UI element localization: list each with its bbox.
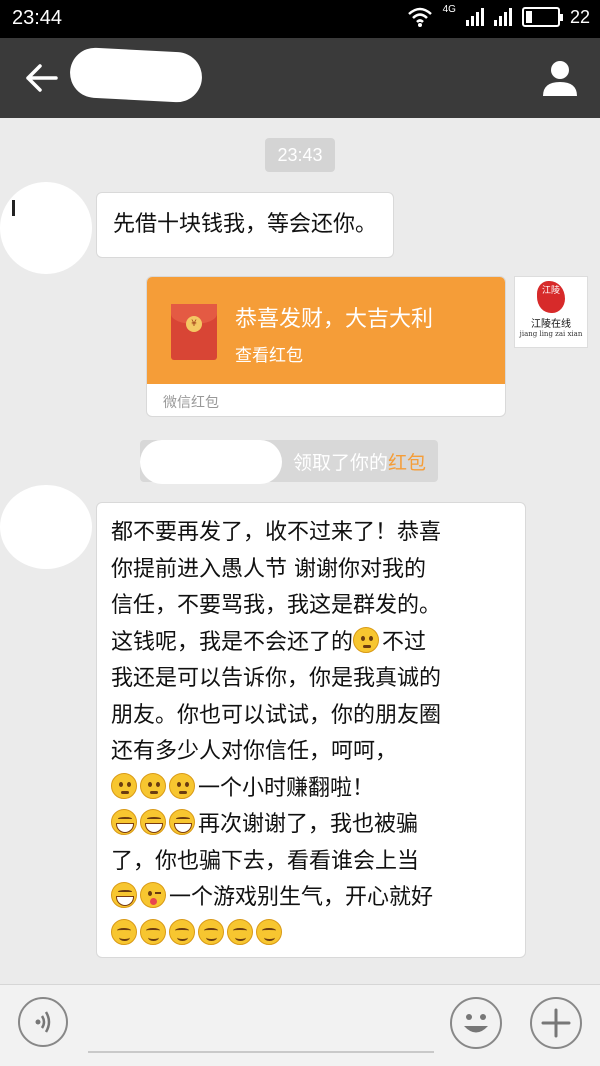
red-packet-header: ¥ 恭喜发财，大吉大利 查看红包	[147, 277, 505, 384]
message-text: 再次谢谢了，我也被骗	[198, 812, 419, 837]
message-line: 一个小时赚翻啦！	[111, 771, 511, 808]
profile-icon[interactable]	[540, 58, 580, 98]
message-text: 这钱呢，我是不会还了的	[111, 629, 354, 655]
avatar-brand-subtext: jiang ling zai xian	[519, 330, 583, 338]
network-type-label: 4G	[442, 3, 456, 15]
chat-input-bar	[0, 984, 600, 1066]
message-line: 我还是可以告诉你，你是我真诚的	[111, 666, 442, 691]
seal-logo: 江陵	[537, 281, 565, 313]
voice-input-button[interactable]	[18, 997, 68, 1047]
avatar-mark	[12, 200, 15, 216]
message-bubble-incoming[interactable]: 先借十块钱我，等会还你。	[96, 192, 395, 258]
red-envelope-icon: ¥	[171, 304, 217, 360]
smiling-face-emoji-icon	[169, 918, 195, 945]
message-text: 一个小时赚翻啦！	[198, 775, 375, 801]
red-packet-subtitle: 查看红包	[235, 346, 303, 366]
redacted-avatar-2[interactable]	[0, 485, 92, 569]
emoji-button[interactable]	[450, 997, 502, 1049]
thinking-face-emoji-icon	[353, 626, 380, 653]
thinking-face-emoji-icon	[140, 772, 166, 799]
notice-red-packet-link[interactable]: 红包	[388, 452, 426, 474]
back-arrow-icon[interactable]	[24, 62, 58, 94]
message-input-field[interactable]	[88, 1051, 434, 1053]
voice-wave-icon	[35, 1011, 51, 1033]
redacted-avatar[interactable]	[0, 182, 92, 274]
time-separator: 23:43	[265, 138, 335, 172]
own-avatar[interactable]: 江陵 江陵在线 jiang ling zai xian	[514, 276, 588, 348]
smiling-face-emoji-icon	[140, 918, 166, 945]
grinning-face-emoji-icon	[111, 882, 137, 908]
message-line: 一个游戏别生气，开心就好	[111, 880, 511, 917]
message-text: 一个游戏别生气，开心就好	[169, 885, 434, 910]
smiling-face-emoji-icon	[227, 918, 253, 945]
status-icons: 4G 22	[407, 3, 590, 28]
message-line: 朋友。你也可以试试，你的朋友圈	[111, 702, 442, 728]
more-options-button[interactable]	[530, 997, 582, 1049]
status-time: 23:44	[12, 7, 63, 29]
message-bubble-incoming-long[interactable]: 都不要再发了，收不过来了！恭喜 你提前进入愚人节 谢谢你对我的 信任，不要骂我，…	[96, 502, 526, 958]
wifi-icon	[407, 7, 432, 27]
message-line: 都不要再发了，收不过来了！恭喜	[111, 520, 442, 545]
thinking-face-emoji-icon	[169, 772, 195, 799]
message-line	[111, 917, 511, 954]
message-line: 这钱呢，我是不会还了的 不过	[111, 625, 511, 662]
coin-symbol: ¥	[186, 316, 202, 332]
smiling-face-emoji-icon	[256, 918, 282, 945]
grinning-face-emoji-icon	[111, 809, 137, 835]
message-text: 不过	[382, 629, 427, 655]
signal-bars-icon	[465, 8, 484, 26]
message-line: 了，你也骗下去，看看谁会上当	[111, 848, 420, 874]
tongue-wink-emoji-icon	[140, 882, 166, 908]
grinning-face-emoji-icon	[169, 809, 195, 835]
smiling-face-emoji-icon	[111, 918, 137, 945]
message-line: 还有多少人对你信任，呵呵，	[111, 739, 398, 764]
notice-main: 领取了你的	[292, 452, 388, 474]
redacted-contact-name	[68, 46, 204, 104]
avatar-brand-text: 江陵在线	[531, 319, 571, 330]
grinning-face-emoji-icon	[140, 809, 166, 835]
signal-bars-2-icon	[493, 8, 512, 26]
battery-icon	[521, 7, 563, 27]
battery-level: 22	[569, 6, 590, 27]
chat-header	[0, 38, 600, 118]
smiling-face-emoji-icon	[198, 918, 224, 945]
status-bar: 23:44 4G 22	[0, 0, 600, 38]
message-line: 信任，不要骂我，我这是群发的。	[111, 593, 442, 618]
thinking-face-emoji-icon	[111, 772, 137, 799]
message-line: 你提前进入愚人节 谢谢你对我的	[111, 556, 426, 582]
red-packet-footer: 微信红包	[163, 395, 219, 411]
plus-icon	[541, 1008, 571, 1038]
notice-text: 领取了你的红包	[293, 448, 426, 475]
red-packet-title: 恭喜发财，大吉大利	[235, 307, 434, 332]
red-packet-card[interactable]: ¥ 恭喜发财，大吉大利 查看红包 微信红包	[146, 276, 506, 417]
message-line: 再次谢谢了，我也被骗	[111, 807, 511, 844]
smiley-face-icon	[464, 1014, 488, 1033]
system-notice: 领取了你的红包	[140, 440, 438, 484]
redacted-notice-name	[140, 440, 282, 484]
